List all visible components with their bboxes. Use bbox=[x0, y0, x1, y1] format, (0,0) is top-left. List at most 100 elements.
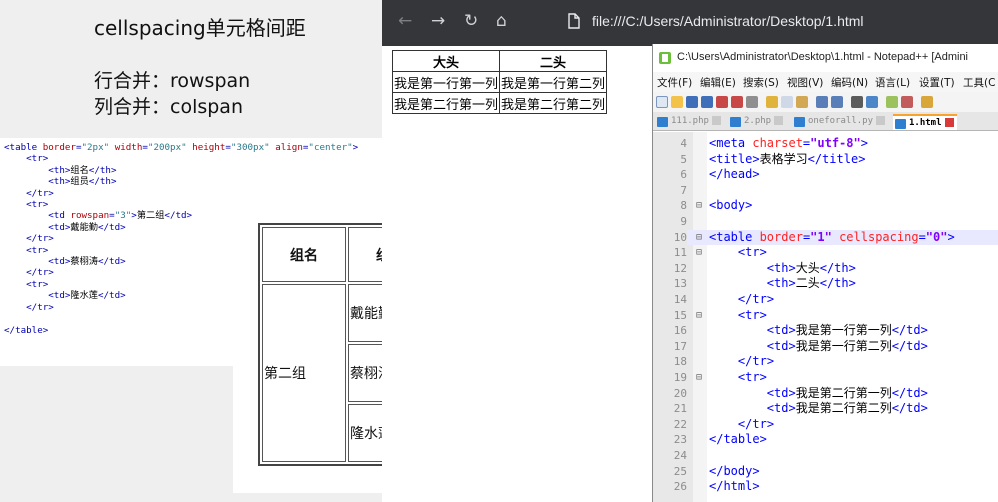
zoom-out-icon[interactable] bbox=[901, 96, 913, 108]
line-number: 8 bbox=[680, 199, 687, 213]
file-tab-icon bbox=[895, 119, 906, 129]
notepad-titlebar: C:\Users\Administrator\Desktop\1.html - … bbox=[653, 44, 998, 72]
browser-toolbar: ← → ↻ ⌂ file:///C:/Users/Administrator/D… bbox=[382, 0, 998, 46]
tab-111-php[interactable]: 111.php bbox=[655, 114, 724, 130]
cut-icon[interactable] bbox=[766, 96, 778, 108]
menu-settings[interactable]: 设置(T) bbox=[919, 75, 955, 90]
code-line[interactable]: 18 </tr> bbox=[653, 354, 998, 370]
file-icon bbox=[568, 13, 580, 29]
undo-icon[interactable] bbox=[816, 96, 828, 108]
file-tab-icon bbox=[657, 117, 668, 127]
code-text: <tr> bbox=[737, 245, 767, 260]
close-tab-icon[interactable] bbox=[711, 116, 721, 125]
fold-marker-icon[interactable]: ⊟ bbox=[696, 308, 706, 324]
code-text: </table> bbox=[709, 432, 767, 447]
new-file-icon[interactable] bbox=[656, 96, 668, 108]
line-number: 12 bbox=[673, 261, 687, 275]
code-text: <tr> bbox=[737, 370, 767, 384]
code-line[interactable]: 26 </html> bbox=[653, 479, 998, 495]
notepad-app-icon bbox=[659, 52, 671, 64]
table-cell: 我是第二行第一列 bbox=[391, 92, 501, 114]
code-line[interactable]: 19 ⊟ <tr> bbox=[653, 370, 998, 386]
code-text: </tr> bbox=[737, 416, 775, 431]
code-text: <title>表格学习</title> bbox=[709, 151, 866, 166]
code-line[interactable]: 5 <title>表格学习</title> bbox=[653, 152, 998, 168]
code-line[interactable]: 13 <th>二头</th> bbox=[653, 276, 998, 292]
code-line[interactable]: 14 </tr> bbox=[653, 292, 998, 308]
code-text: <th>二头</th> bbox=[766, 276, 856, 291]
menu-search[interactable]: 搜索(S) bbox=[743, 75, 779, 90]
tab-oneforall-py[interactable]: oneforall.py bbox=[792, 114, 888, 130]
code-text: <th>大头</th> bbox=[766, 260, 856, 275]
rendered-table: 大头 二头 我是第一行第一列 我是第一行第二列 我是第二行第一列 我是第二行第二… bbox=[391, 50, 608, 114]
close-tab-icon[interactable] bbox=[944, 118, 954, 127]
code-line[interactable]: 12 <th>大头</th> bbox=[653, 261, 998, 277]
fold-marker-icon[interactable]: ⊟ bbox=[696, 370, 706, 386]
forward-arrow-icon[interactable]: → bbox=[431, 11, 445, 31]
reload-icon[interactable]: ↻ bbox=[464, 11, 478, 31]
line-number: 11 bbox=[673, 246, 687, 260]
home-icon[interactable]: ⌂ bbox=[496, 11, 507, 31]
line-number: 18 bbox=[673, 355, 687, 369]
zoom-in-icon[interactable] bbox=[886, 96, 898, 108]
menu-tools[interactable]: 工具(C bbox=[963, 75, 995, 90]
code-line[interactable]: 9 bbox=[653, 214, 998, 230]
code-line[interactable]: 21 <td>我是第二行第二列</td> bbox=[653, 401, 998, 417]
code-line[interactable]: 7 bbox=[653, 183, 998, 199]
line-number: 13 bbox=[673, 277, 687, 291]
redo-icon[interactable] bbox=[831, 96, 843, 108]
menu-language[interactable]: 语言(L) bbox=[875, 75, 910, 90]
code-line[interactable]: 20 <td>我是第二行第一列</td> bbox=[653, 386, 998, 402]
sync-icon[interactable] bbox=[921, 96, 933, 108]
menu-view[interactable]: 视图(V) bbox=[787, 75, 823, 90]
code-line[interactable]: 8 ⊟ <body> bbox=[653, 198, 998, 214]
code-line[interactable]: 17 <td>我是第一行第二列</td> bbox=[653, 339, 998, 355]
code-line[interactable]: 6 </head> bbox=[653, 167, 998, 183]
line-number: 25 bbox=[673, 464, 687, 478]
close-tab-icon[interactable] bbox=[876, 116, 886, 125]
fold-marker-icon[interactable]: ⊟ bbox=[696, 230, 706, 246]
menu-edit[interactable]: 编辑(E) bbox=[700, 75, 736, 90]
line-number: 4 bbox=[680, 137, 687, 150]
save-icon[interactable] bbox=[686, 96, 698, 108]
line-number: 19 bbox=[673, 371, 687, 384]
line-number: 10 bbox=[653, 229, 687, 246]
line-number: 15 bbox=[673, 308, 687, 322]
code-line[interactable]: 4 <meta charset="utf-8"> bbox=[653, 136, 998, 152]
line-number: 7 bbox=[680, 183, 687, 197]
print-icon[interactable] bbox=[746, 96, 758, 108]
back-arrow-icon[interactable]: ← bbox=[398, 11, 412, 31]
file-tabs: 111.php 2.php oneforall.py 1.html bbox=[653, 112, 998, 131]
code-line[interactable]: 23 </table> bbox=[653, 432, 998, 448]
tab-1-html[interactable]: 1.html bbox=[893, 114, 957, 130]
copy-icon[interactable] bbox=[781, 96, 793, 108]
code-line[interactable]: 10 ⊟ <table border="1" cellspacing="0"> bbox=[653, 229, 998, 246]
code-text: <td>我是第二行第二列</td> bbox=[766, 401, 928, 416]
code-line[interactable]: 25 </body> bbox=[653, 464, 998, 480]
replace-icon[interactable] bbox=[866, 96, 878, 108]
menu-encoding[interactable]: 编码(N) bbox=[831, 75, 868, 90]
notepad-toolbar bbox=[653, 92, 998, 112]
table-row: 大头 二头 bbox=[391, 50, 608, 72]
code-line[interactable]: 15 ⊟ <tr> bbox=[653, 308, 998, 324]
code-line[interactable]: 24 bbox=[653, 448, 998, 464]
code-text: </body> bbox=[709, 463, 760, 478]
menu-file[interactable]: 文件(F) bbox=[657, 75, 692, 90]
tab-2-php[interactable]: 2.php bbox=[728, 114, 786, 130]
close-tab-icon[interactable] bbox=[774, 116, 784, 125]
code-text: <td>我是第一行第一列</td> bbox=[766, 323, 928, 338]
table-cell: 我是第一行第二列 bbox=[499, 71, 608, 93]
open-folder-icon[interactable] bbox=[671, 96, 683, 108]
fold-marker-icon[interactable]: ⊟ bbox=[696, 245, 706, 261]
find-icon[interactable] bbox=[851, 96, 863, 108]
close-file-icon[interactable] bbox=[716, 96, 728, 108]
address-bar[interactable]: file:///C:/Users/Administrator/Desktop/1… bbox=[592, 13, 864, 29]
code-line[interactable]: 11 ⊟ <tr> bbox=[653, 245, 998, 261]
code-line[interactable]: 16 <td>我是第一行第一列</td> bbox=[653, 323, 998, 339]
code-line[interactable]: 22 </tr> bbox=[653, 417, 998, 433]
paste-icon[interactable] bbox=[796, 96, 808, 108]
save-all-icon[interactable] bbox=[701, 96, 713, 108]
code-editor[interactable]: 4 <meta charset="utf-8"> 5 <title>表格学习</tit… bbox=[653, 132, 998, 502]
close-all-icon[interactable] bbox=[731, 96, 743, 108]
fold-marker-icon[interactable]: ⊟ bbox=[696, 198, 706, 214]
